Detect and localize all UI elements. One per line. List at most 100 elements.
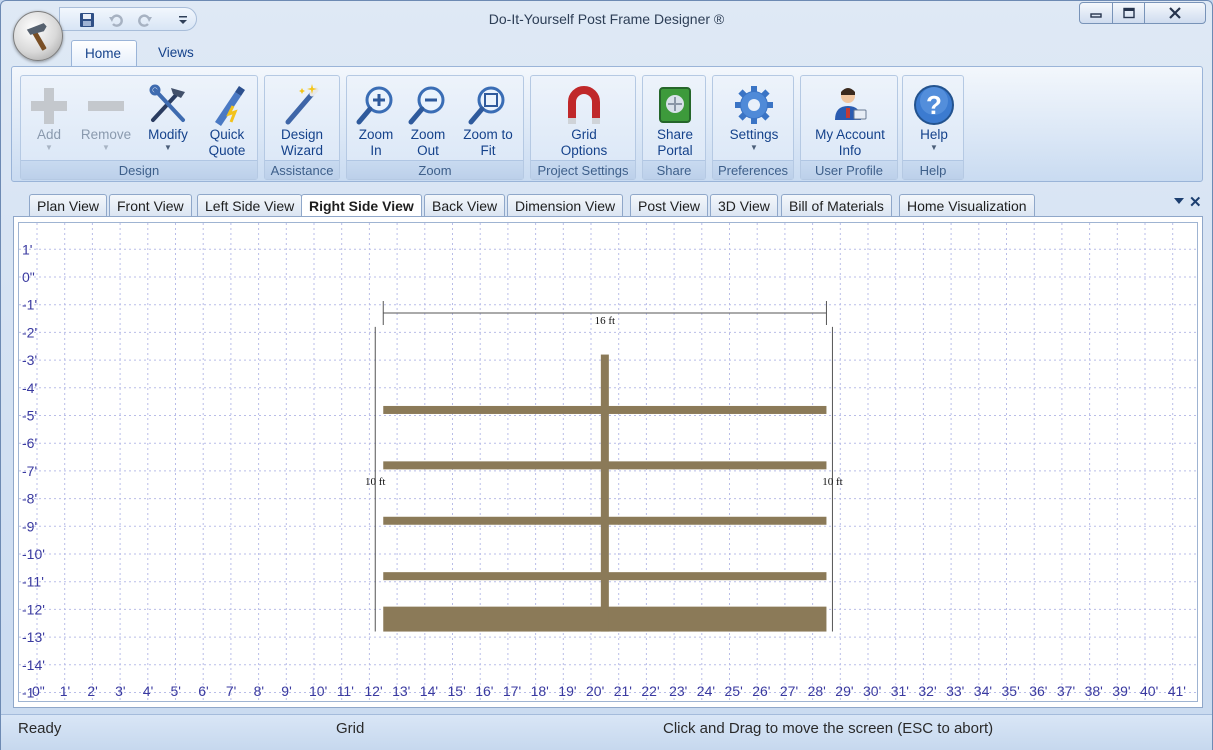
maximize-button[interactable]: [1112, 2, 1145, 24]
y-tick-label: -8': [22, 491, 37, 507]
tab-3d-view[interactable]: 3D View: [710, 194, 778, 216]
x-tick-label: 19': [558, 683, 576, 699]
remove-button-label: Remove: [80, 127, 132, 142]
share-portal-icon: [659, 87, 691, 123]
view-tab-bar: Plan View Front View Left Side View Righ…: [13, 193, 1203, 217]
ribbon: Add ▼ Remove ▼ Modify ▼ Quick Quote Desi…: [11, 66, 1203, 182]
zoom-in-icon: [356, 86, 393, 125]
right-side-elevation-drawing[interactable]: 1' 0" -1' -2' -3' -4' -5' -6' -7' -8' -9' -10' -11' -…: [19, 223, 1198, 702]
minimize-icon: [1090, 13, 1102, 18]
group-share: Share Portal Share: [642, 75, 706, 180]
zoom-in-label-1: Zoom: [358, 127, 394, 142]
tab-right-side-view[interactable]: Right Side View: [301, 194, 422, 217]
right-height-label: 10 ft: [822, 476, 842, 488]
zoom-out-label-1: Zoom: [410, 127, 446, 142]
y-tick-label: 0": [22, 269, 35, 285]
tab-bill-of-materials[interactable]: Bill of Materials: [781, 194, 892, 216]
my-account-button[interactable]: My Account Info: [807, 82, 893, 159]
application-menu-button[interactable]: [13, 11, 63, 61]
group-label-help: Help: [903, 160, 963, 179]
design-wizard-label-1: Design: [280, 127, 324, 142]
tab-left-side-view[interactable]: Left Side View: [197, 194, 303, 216]
zoom-out-icon: [408, 86, 445, 125]
y-tick-label: -6': [22, 435, 37, 451]
group-zoom: Zoom In Zoom Out Zoom to Fit Zoom: [346, 75, 524, 180]
tab-home-visualization[interactable]: Home Visualization: [899, 194, 1035, 216]
gear-icon: [735, 86, 773, 124]
quick-quote-label-2: Quote: [208, 143, 246, 158]
grid-options-label-1: Grid: [571, 127, 597, 142]
y-tick-label: -9': [22, 518, 37, 534]
modify-button-label: Modify: [148, 127, 188, 142]
tab-front-view[interactable]: Front View: [109, 194, 192, 216]
drawing-canvas[interactable]: 1' 0" -1' -2' -3' -4' -5' -6' -7' -8' -9' -10' -11' -…: [18, 222, 1198, 702]
y-tick-label: -13': [22, 629, 45, 645]
quote-pen-icon: [215, 86, 245, 126]
y-tick-label: -11': [22, 574, 44, 590]
status-bar: Ready Grid Click and Drag to move the sc…: [1, 714, 1212, 750]
x-tick-label: 31': [891, 683, 909, 699]
x-tick-label: 8': [254, 683, 264, 699]
x-tick-label: 27': [780, 683, 798, 699]
modify-button[interactable]: Modify ▼: [141, 82, 195, 153]
x-tick-label: 5': [171, 683, 181, 699]
group-help: ? Help ▼ Help: [902, 75, 964, 180]
window-title: Do-It-Yourself Post Frame Designer ®: [488, 11, 725, 27]
close-icon: [1169, 7, 1181, 19]
zoom-to-fit-button[interactable]: Zoom to Fit: [455, 82, 521, 159]
quick-quote-button[interactable]: Quick Quote: [201, 82, 253, 159]
tools-icon: [149, 84, 185, 122]
magic-wand-icon: [285, 84, 319, 125]
zoom-fit-icon: [468, 86, 505, 125]
tab-back-view[interactable]: Back View: [424, 194, 506, 216]
width-dimension-label: 16 ft: [595, 315, 615, 327]
grid-options-button[interactable]: Grid Options: [551, 82, 617, 159]
y-tick-label: -5': [22, 408, 37, 424]
settings-button[interactable]: Settings ▼: [719, 82, 789, 153]
zoom-out-button[interactable]: Zoom Out: [405, 82, 451, 159]
chevron-down-icon: ▼: [102, 143, 110, 152]
tab-list-dropdown-icon[interactable]: [1173, 195, 1185, 210]
drawing-area[interactable]: 1' 0" -1' -2' -3' -4' -5' -6' -7' -8' -9' -10' -11' -…: [13, 216, 1203, 708]
x-tick-label: 33': [946, 683, 964, 699]
tab-home[interactable]: Home: [71, 40, 137, 67]
remove-button[interactable]: Remove ▼: [77, 82, 135, 153]
group-label-assistance: Assistance: [265, 160, 339, 179]
group-label-design: Design: [21, 160, 257, 179]
x-tick-label: 23': [669, 683, 687, 699]
x-tick-label: 12': [364, 683, 382, 699]
x-tick-label: 17': [503, 683, 521, 699]
zoom-in-button[interactable]: Zoom In: [351, 82, 401, 159]
close-tab-icon[interactable]: ✕: [1189, 193, 1202, 211]
group-label-share: Share: [643, 160, 705, 179]
share-portal-button[interactable]: Share Portal: [647, 82, 703, 159]
tab-views[interactable]: Views: [145, 40, 207, 67]
x-tick-label: 14': [420, 683, 438, 699]
help-icon: ?: [914, 85, 954, 125]
group-label-preferences: Preferences: [713, 160, 793, 179]
x-tick-label: 10': [309, 683, 327, 699]
x-tick-label: 40': [1140, 683, 1158, 699]
minimize-button[interactable]: [1079, 2, 1113, 24]
design-wizard-button[interactable]: Design Wizard: [271, 82, 333, 159]
x-tick-label: 26': [752, 683, 770, 699]
group-assistance: Design Wizard Assistance: [264, 75, 340, 180]
x-tick-label: 28': [808, 683, 826, 699]
help-button[interactable]: ? Help ▼: [907, 82, 961, 153]
x-tick-label: 0": [32, 683, 45, 699]
chevron-down-icon: ▼: [45, 143, 53, 152]
x-tick-label: 25': [725, 683, 743, 699]
x-tick-label: 39': [1112, 683, 1130, 699]
tab-post-view[interactable]: Post View: [630, 194, 708, 216]
add-button[interactable]: Add ▼: [25, 82, 73, 153]
hammer-icon: [26, 23, 47, 51]
tab-plan-view[interactable]: Plan View: [29, 194, 108, 216]
x-tick-label: 34': [974, 683, 992, 699]
close-button[interactable]: [1144, 2, 1206, 24]
y-tick-label: -2': [22, 324, 37, 340]
tab-dimension-view[interactable]: Dimension View: [507, 194, 624, 216]
zoom-in-label-2: In: [370, 143, 382, 158]
y-tick-label: -14': [22, 657, 45, 673]
add-button-label: Add: [36, 127, 62, 142]
restore-icon: [1122, 7, 1135, 19]
